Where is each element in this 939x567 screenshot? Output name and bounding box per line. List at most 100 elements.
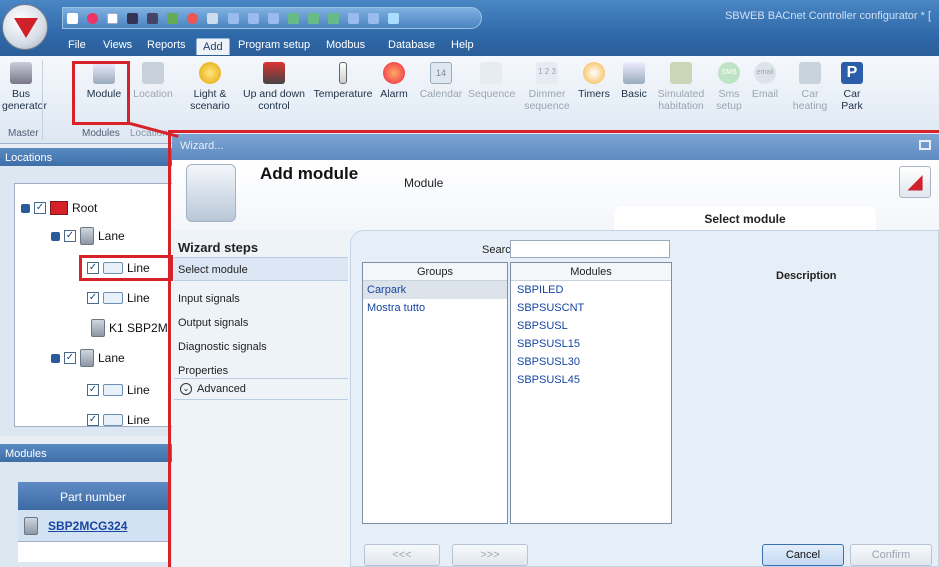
cancel-button[interactable]: Cancel [762,544,844,566]
step-properties[interactable]: Properties [178,365,228,377]
wizard-steps-title: Wizard steps [178,240,259,255]
modules-table: Part number SBP2MCG324 [18,482,168,562]
save-as-icon[interactable] [147,13,159,24]
record-icon[interactable] [87,13,99,24]
sequence-icon [480,62,502,84]
arrow-right-icon[interactable] [227,13,239,24]
network3-icon[interactable] [327,13,339,24]
section-title: Select module [614,206,876,232]
new-icon[interactable] [67,13,78,24]
step-input-signals[interactable]: Input signals [178,293,240,305]
tree-node-line[interactable]: ✓ Line [87,410,150,430]
tree-node-module[interactable]: K1 SBP2M [91,318,168,338]
step-select-module[interactable]: Select module [174,257,348,281]
location-tree[interactable]: ✓ Root ✓ Lane ✓ Line ✓ Line K1 SBP2M ✓ Lane ✓… [14,183,174,427]
network-icon[interactable] [287,13,299,24]
tab-program-setup[interactable]: Program setup [238,39,310,51]
groups-list[interactable]: Groups Carpark Mostra tutto [362,262,508,524]
tab-file[interactable]: File [68,39,86,51]
checkbox[interactable]: ✓ [64,230,76,242]
advanced-expander[interactable]: ⌄ Advanced [174,378,348,400]
car-park-button[interactable]: P Car Park [832,60,872,112]
tree-node-root[interactable]: ✓ Root [21,198,97,218]
tab-database[interactable]: Database [388,39,435,51]
collapse-icon[interactable] [21,203,30,213]
module-large-icon [186,164,236,222]
calendar-button[interactable]: 14 Calendar [418,60,464,100]
light-scenario-button[interactable]: Light & scenario [188,60,232,112]
next-button[interactable]: >>> [452,544,528,566]
modules-list[interactable]: Modules SBPILED SBPSUSCNT SBPSUSL SBPSUS… [510,262,672,524]
checkbox[interactable]: ✓ [34,202,46,214]
timers-button[interactable]: Timers [576,60,612,100]
tree-node-lane[interactable]: ✓ Lane [51,226,125,246]
save-icon[interactable] [127,13,139,24]
checkbox[interactable]: ✓ [87,292,99,304]
tab-reports[interactable]: Reports [147,39,186,51]
open-icon[interactable] [107,13,119,24]
tree-node-line[interactable]: ✓ Line [87,288,150,308]
lane-icon [80,227,94,245]
collapse-icon[interactable] [51,353,60,363]
module-item[interactable]: SBPSUSL45 [511,371,671,389]
group-item-carpark[interactable]: Carpark [363,281,507,299]
stop-icon[interactable] [187,13,199,24]
tab-help[interactable]: Help [451,39,474,51]
maximize-icon[interactable] [919,140,931,150]
search-input[interactable] [510,240,670,258]
module-item[interactable]: SBPSUSL [511,317,671,335]
upload-icon[interactable] [367,13,379,24]
previous-button[interactable]: <<< [364,544,440,566]
tree-node-lane[interactable]: ✓ Lane [51,348,125,368]
part-number-column-header[interactable]: Part number [18,482,168,510]
module-item[interactable]: SBPSUSL15 [511,335,671,353]
quick-access-toolbar [62,7,482,29]
checkbox[interactable]: ✓ [87,262,99,274]
email-button[interactable]: email Email [748,60,782,100]
simulated-habitation-button[interactable]: Simulated habitation [652,60,710,112]
sequence-button[interactable]: Sequence [468,60,515,100]
basic-button[interactable]: Basic [616,60,652,100]
collapse-icon[interactable] [51,231,60,241]
groups-header: Groups [363,263,507,281]
sms-setup-button[interactable]: SMS Sms setup [712,60,746,112]
tree-node-line[interactable]: ✓ Line [87,380,150,400]
window-icon[interactable] [388,13,399,24]
checkbox[interactable]: ✓ [87,384,99,396]
group-item-show-all[interactable]: Mostra tutto [363,299,507,317]
alarm-button[interactable]: Alarm [378,60,410,100]
app-menu-button[interactable] [2,4,48,50]
location-icon [142,62,164,84]
arrow-left-icon[interactable] [247,13,259,24]
tree-node-line[interactable]: ✓ Line [87,258,150,278]
download-icon[interactable] [347,13,359,24]
dimmer-sequence-button[interactable]: 1 2 3 Dimmer sequence [522,60,572,112]
edit-icon[interactable] [167,13,179,24]
table-row[interactable]: SBP2MCG324 [18,510,168,542]
confirm-button[interactable]: Confirm [850,544,932,566]
module-item[interactable]: SBPSUSL30 [511,353,671,371]
tab-modbus[interactable]: Modbus [326,39,365,51]
basic-icon [623,62,645,84]
module-button[interactable]: Module [80,60,128,100]
part-number-cell[interactable]: SBP2MCG324 [48,519,127,533]
step-diagnostic-signals[interactable]: Diagnostic signals [178,341,267,353]
line-icon [103,292,123,304]
location-button[interactable]: Location [130,60,176,100]
tab-add[interactable]: Add [196,38,230,55]
modules-panel-header: Modules [0,444,172,462]
network2-icon[interactable] [307,13,319,24]
tree-icon[interactable] [267,13,279,24]
module-item[interactable]: SBPSUSCNT [511,299,671,317]
tab-views[interactable]: Views [103,39,132,51]
step-output-signals[interactable]: Output signals [178,317,248,329]
checkbox[interactable]: ✓ [87,414,99,426]
checkbox[interactable]: ✓ [64,352,76,364]
tool-icon[interactable] [207,13,219,24]
car-heating-button[interactable]: Car heating [790,60,830,112]
bus-generator-button[interactable]: Bus generator [2,60,47,112]
title-bar: SBWEB BACnet Controller configurator * [ [0,0,939,36]
up-down-control-button[interactable]: Up and down control [238,60,310,112]
module-item[interactable]: SBPILED [511,281,671,299]
temperature-button[interactable]: Temperature [312,60,374,100]
